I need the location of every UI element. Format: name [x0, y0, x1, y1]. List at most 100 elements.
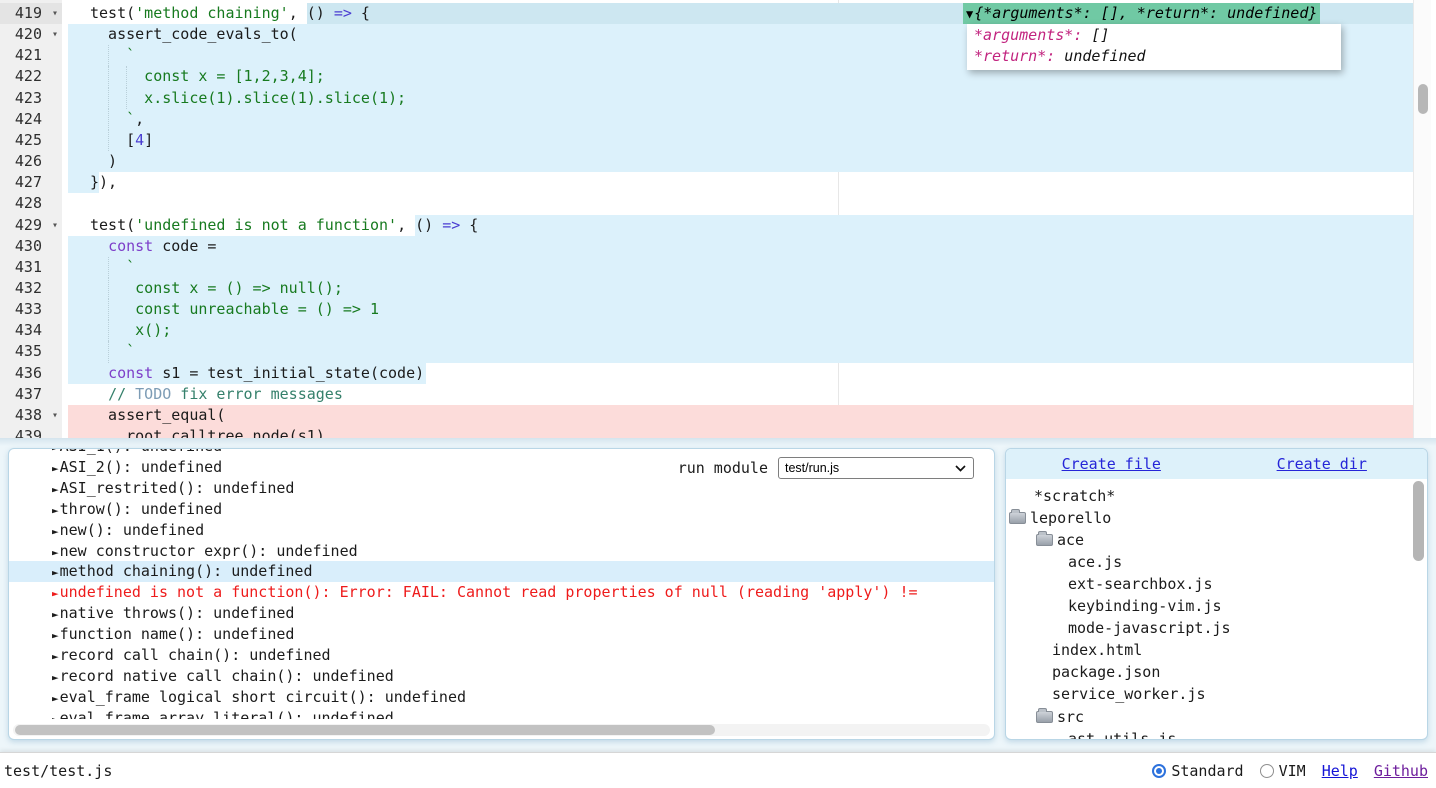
test-result-item[interactable]: ►record call chain(): undefined: [9, 645, 994, 666]
tree-item-index-html[interactable]: index.html: [1052, 639, 1142, 661]
gutter-line-423[interactable]: 423: [0, 88, 62, 109]
keybinding-vim-option[interactable]: VIM: [1260, 762, 1306, 780]
expand-triangle-icon[interactable]: ►: [52, 462, 59, 475]
editor-line-429[interactable]: test('undefined is not a function', () =…: [62, 215, 1413, 236]
gutter-line-435[interactable]: 435: [0, 341, 62, 362]
scrollbar-thumb[interactable]: [1413, 481, 1424, 561]
test-result-item[interactable]: ►ASI_restrited(): undefined: [9, 478, 994, 499]
help-link[interactable]: Help: [1322, 762, 1358, 780]
tree-item-src[interactable]: src: [1036, 706, 1084, 728]
editor-line-431[interactable]: `: [62, 257, 1413, 278]
gutter-line-429[interactable]: 429▾: [0, 215, 62, 236]
create-file-link[interactable]: Create file: [1062, 455, 1161, 473]
editor-line-428[interactable]: [62, 193, 1413, 214]
radio-unselected-icon[interactable]: [1260, 764, 1274, 778]
gutter-line-420[interactable]: 420▾: [0, 24, 62, 45]
gutter-line-426[interactable]: 426: [0, 151, 62, 172]
tree-item-keybinding-vim-js[interactable]: keybinding-vim.js: [1068, 595, 1222, 617]
editor-line-424[interactable]: `,: [62, 109, 1413, 130]
code-editor[interactable]: 419▾420▾421422423424425426427428429▾4304…: [0, 0, 1436, 438]
gutter-line-434[interactable]: 434: [0, 320, 62, 341]
editor-line-435[interactable]: `: [62, 341, 1413, 362]
gutter-line-419[interactable]: 419▾: [0, 3, 62, 24]
test-result-item[interactable]: ►new(): undefined: [9, 520, 994, 541]
create-dir-link[interactable]: Create dir: [1277, 455, 1367, 473]
tree-item-ast-utils-js[interactable]: ast_utils.js: [1068, 728, 1176, 739]
github-link[interactable]: Github: [1374, 762, 1428, 780]
test-result-item[interactable]: ►method chaining(): undefined: [9, 561, 994, 582]
tree-item-ext-searchbox-js[interactable]: ext-searchbox.js: [1068, 573, 1213, 595]
gutter-line-430[interactable]: 430: [0, 236, 62, 257]
expand-triangle-icon[interactable]: ►: [52, 671, 59, 684]
gutter-line-433[interactable]: 433: [0, 299, 62, 320]
expand-triangle-icon[interactable]: ►: [52, 629, 59, 642]
gutter-line-437[interactable]: 437: [0, 384, 62, 405]
gutter-line-424[interactable]: 424: [0, 109, 62, 130]
editor-line-427[interactable]: }),: [62, 172, 1413, 193]
file-tree[interactable]: *scratch*leporelloaceace.jsext-searchbox…: [1006, 479, 1427, 739]
test-result-item[interactable]: ►ASI_1(): undefined: [9, 449, 994, 457]
editor-line-433[interactable]: const unreachable = () => 1: [62, 299, 1413, 320]
fold-toggle-icon[interactable]: ▾: [52, 3, 58, 24]
test-result-item[interactable]: ►eval_frame array_literal(): undefined: [9, 708, 994, 719]
editor-line-436[interactable]: const s1 = test_initial_state(code): [62, 363, 1413, 384]
test-results-list[interactable]: ►ASI_1(): undefined►ASI_2(): undefined►A…: [9, 449, 994, 719]
gutter-line-438[interactable]: 438▾: [0, 405, 62, 426]
editor-line-434[interactable]: x();: [62, 320, 1413, 341]
tree-item-service-worker-js[interactable]: service_worker.js: [1052, 683, 1206, 705]
gutter-line-425[interactable]: 425: [0, 130, 62, 151]
expand-triangle-icon[interactable]: ►: [52, 483, 59, 496]
gutter-line-436[interactable]: 436: [0, 363, 62, 384]
expand-triangle-icon[interactable]: ►: [52, 449, 59, 454]
expand-triangle-icon[interactable]: ►: [52, 692, 59, 705]
expand-triangle-icon[interactable]: ►: [52, 546, 59, 559]
editor-vertical-scrollbar[interactable]: [1413, 0, 1431, 438]
scrollbar-thumb[interactable]: [1418, 84, 1428, 114]
editor-line-430[interactable]: const code =: [62, 236, 1413, 257]
test-result-item[interactable]: ►undefined is not a function(): Error: F…: [9, 582, 994, 603]
gutter-line-422[interactable]: 422: [0, 66, 62, 87]
gutter-line-432[interactable]: 432: [0, 278, 62, 299]
test-result-item[interactable]: ►throw(): undefined: [9, 499, 994, 520]
test-result-item[interactable]: ►eval_frame logical short circuit(): und…: [9, 687, 994, 708]
fold-toggle-icon[interactable]: ▾: [52, 215, 58, 236]
collapse-triangle-icon[interactable]: ▼: [966, 7, 973, 21]
fold-toggle-icon[interactable]: ▾: [52, 24, 58, 45]
console-horizontal-scrollbar[interactable]: [13, 724, 990, 736]
run-module-select[interactable]: test/run.js: [778, 457, 974, 479]
test-result-item[interactable]: ►native throws(): undefined: [9, 603, 994, 624]
editor-line-439[interactable]: root_calltree_node(s1): [62, 426, 1413, 438]
expand-triangle-icon[interactable]: ►: [52, 608, 59, 621]
expand-triangle-icon[interactable]: ►: [52, 525, 59, 538]
editor-line-423[interactable]: x.slice(1).slice(1).slice(1);: [62, 88, 1413, 109]
tree-item-package-json[interactable]: package.json: [1052, 661, 1160, 683]
expand-triangle-icon[interactable]: ►: [52, 650, 59, 663]
tree-item-mode-javascript-js[interactable]: mode-javascript.js: [1068, 617, 1231, 639]
fold-toggle-icon[interactable]: ▾: [52, 405, 58, 426]
radio-selected-icon[interactable]: [1152, 764, 1166, 778]
keybinding-standard-option[interactable]: Standard: [1152, 762, 1243, 780]
test-result-item[interactable]: ►new constructor expr(): undefined: [9, 541, 994, 562]
gutter-line-428[interactable]: 428: [0, 193, 62, 214]
gutter-line-439[interactable]: 439: [0, 426, 62, 438]
editor-line-425[interactable]: [4]: [62, 130, 1413, 151]
files-vertical-scrollbar[interactable]: [1413, 481, 1424, 737]
editor-line-437[interactable]: // TODO fix error messages: [62, 384, 1413, 405]
test-result-item[interactable]: ►record native call chain(): undefined: [9, 666, 994, 687]
expand-triangle-icon[interactable]: ►: [52, 566, 59, 579]
tree-item-leporello[interactable]: leporello: [1009, 507, 1111, 529]
gutter-line-431[interactable]: 431: [0, 257, 62, 278]
gutter-line-421[interactable]: 421: [0, 45, 62, 66]
tooltip-header[interactable]: ▼{*arguments*: [], *return*: undefined}: [963, 3, 1320, 24]
editor-line-426[interactable]: ): [62, 151, 1413, 172]
tree-item-ace-js[interactable]: ace.js: [1068, 551, 1122, 573]
expand-triangle-icon[interactable]: ►: [52, 504, 59, 517]
scrollbar-thumb[interactable]: [15, 725, 715, 735]
tree-item--scratch-[interactable]: *scratch*: [1034, 485, 1115, 507]
editor-line-432[interactable]: const x = () => null();: [62, 278, 1413, 299]
gutter-line-427[interactable]: 427: [0, 172, 62, 193]
test-result-item[interactable]: ►function name(): undefined: [9, 624, 994, 645]
expand-triangle-icon[interactable]: ►: [52, 587, 59, 600]
tree-item-ace[interactable]: ace: [1036, 529, 1084, 551]
expand-triangle-icon[interactable]: ►: [52, 713, 59, 719]
